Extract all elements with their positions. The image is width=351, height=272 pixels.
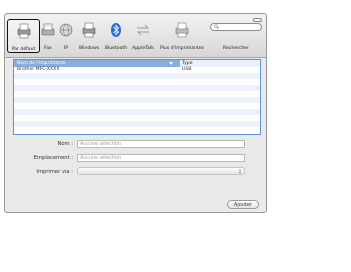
bluetooth-icon (111, 23, 121, 37)
toolbar-ip-label: IP (63, 46, 69, 51)
toolbar-fax-label: Fax (44, 46, 52, 51)
more-printers-icon (175, 22, 189, 38)
toolbar-appletalk-label: AppleTalk (132, 46, 154, 51)
print-via-select[interactable]: ▴ ▾ (77, 167, 245, 175)
column-header-type[interactable]: Type (180, 60, 260, 67)
empty-row (14, 109, 260, 115)
appletalk-icon (136, 24, 150, 36)
empty-row (14, 73, 260, 79)
toolbar-appletalk-button[interactable]: AppleTalk (129, 19, 157, 53)
location-field[interactable]: Aucune sélection (77, 154, 245, 162)
toolbar-ip-button[interactable]: IP (57, 19, 75, 53)
toolbar: Par défaut Fax IP Windows Bluetooth Appl… (5, 14, 266, 58)
search-label: Rechercher (222, 46, 249, 51)
printer-list-header: Nom de l'imprimante Type (14, 60, 260, 67)
location-label: Emplacement : (33, 155, 73, 161)
toolbar-more-printers-button[interactable]: Plus d'imprimantes (158, 19, 206, 53)
print-via-label: Imprimer via : (36, 169, 73, 175)
empty-row (14, 121, 260, 127)
toolbar-bluetooth-button[interactable]: Bluetooth (103, 19, 129, 53)
ip-globe-icon (59, 23, 73, 37)
add-button[interactable]: Ajouter (227, 200, 259, 209)
name-field[interactable]: Aucune sélection (77, 140, 245, 148)
toolbar-fax-button[interactable]: Fax (40, 19, 56, 53)
empty-row (14, 85, 260, 91)
printer-list[interactable]: Nom de l'imprimante Type Brother MFC-XXX… (13, 59, 261, 135)
name-label: Nom : (57, 141, 73, 147)
windows-printer-icon (82, 22, 96, 38)
default-printer-icon (17, 23, 30, 39)
toolbar-default-button[interactable]: Par défaut (7, 19, 40, 53)
toolbar-default-label: Par défaut (11, 47, 36, 52)
chevron-updown-icon: ▴ ▾ (238, 167, 241, 175)
sort-arrow-icon (169, 62, 173, 65)
empty-row (14, 97, 260, 103)
toolbar-more-printers-label: Plus d'imprimantes (159, 46, 205, 51)
search-icon (214, 24, 219, 29)
add-printer-window: Par défaut Fax IP Windows Bluetooth Appl… (4, 13, 267, 213)
search-area: Rechercher (210, 21, 262, 53)
fax-icon (41, 23, 55, 36)
toolbar-windows-label: Windows (78, 46, 100, 51)
toolbar-windows-button[interactable]: Windows (76, 19, 102, 53)
column-header-name[interactable]: Nom de l'imprimante (17, 60, 66, 67)
toolbar-bluetooth-label: Bluetooth (104, 46, 128, 51)
